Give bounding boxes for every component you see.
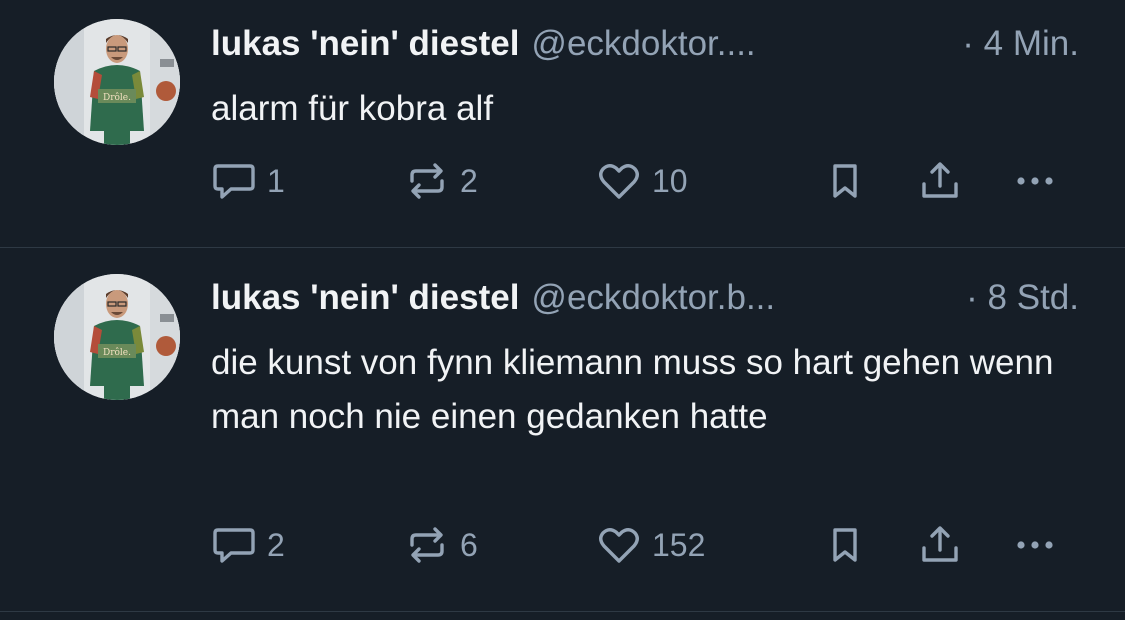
post-actions: 1 2 10 bbox=[211, 158, 1085, 204]
post-time[interactable]: · 8 Std. bbox=[966, 278, 1079, 318]
svg-text:Drôle.: Drôle. bbox=[103, 347, 131, 358]
heart-icon bbox=[599, 164, 639, 199]
post-header: lukas 'nein' diestel @eckdoktor.... · 4 … bbox=[211, 20, 1079, 68]
share-button[interactable] bbox=[917, 522, 963, 568]
repost-button[interactable]: 6 bbox=[404, 522, 478, 568]
repost-count: 2 bbox=[460, 162, 478, 199]
like-count: 10 bbox=[652, 162, 688, 199]
repost-count: 6 bbox=[460, 526, 478, 563]
bookmark-button[interactable] bbox=[825, 522, 865, 568]
share-button[interactable] bbox=[917, 158, 963, 204]
svg-text:Drôle.: Drôle. bbox=[103, 92, 131, 103]
more-icon bbox=[1017, 541, 1053, 549]
author-name[interactable]: lukas 'nein' diestel bbox=[211, 24, 519, 64]
reply-button[interactable]: 2 bbox=[211, 522, 285, 568]
share-icon bbox=[922, 526, 958, 562]
reply-icon bbox=[213, 528, 255, 563]
heart-icon bbox=[599, 528, 639, 563]
reply-button[interactable]: 1 bbox=[211, 158, 285, 204]
author-handle[interactable]: @eckdoktor.b... bbox=[531, 278, 952, 318]
reply-count: 2 bbox=[267, 526, 285, 563]
avatar-photo: Drôle. bbox=[54, 19, 180, 145]
post[interactable]: Drôle. lukas 'nein' diestel @eckdoktor..… bbox=[0, 0, 1125, 248]
share-icon bbox=[922, 162, 958, 198]
more-icon bbox=[1017, 177, 1053, 185]
repost-icon bbox=[410, 163, 444, 199]
repost-icon bbox=[410, 527, 444, 563]
post[interactable]: Drôle. lukas 'nein' diestel @eckdoktor.b… bbox=[0, 248, 1125, 612]
author-name[interactable]: lukas 'nein' diestel bbox=[211, 278, 519, 318]
like-button[interactable]: 10 bbox=[596, 158, 688, 204]
bookmark-icon bbox=[833, 164, 857, 198]
post-text: alarm für kobra alf bbox=[211, 89, 494, 128]
more-button[interactable] bbox=[1012, 522, 1058, 568]
avatar[interactable]: Drôle. bbox=[54, 274, 180, 400]
reply-icon bbox=[213, 164, 255, 199]
avatar-photo: Drôle. bbox=[54, 274, 180, 400]
like-button[interactable]: 152 bbox=[596, 522, 705, 568]
author-handle[interactable]: @eckdoktor.... bbox=[531, 24, 948, 64]
more-button[interactable] bbox=[1012, 158, 1058, 204]
bookmark-button[interactable] bbox=[825, 158, 865, 204]
post-text: die kunst von fynn kliemann muss so hart… bbox=[211, 343, 1054, 436]
reply-count: 1 bbox=[267, 162, 285, 199]
bookmark-icon bbox=[833, 528, 857, 562]
post-header: lukas 'nein' diestel @eckdoktor.b... · 8… bbox=[211, 274, 1079, 322]
avatar[interactable]: Drôle. bbox=[54, 19, 180, 145]
post-actions: 2 6 152 bbox=[211, 522, 1085, 568]
post-time[interactable]: · 4 Min. bbox=[962, 24, 1079, 64]
repost-button[interactable]: 2 bbox=[404, 158, 478, 204]
like-count: 152 bbox=[652, 526, 706, 563]
